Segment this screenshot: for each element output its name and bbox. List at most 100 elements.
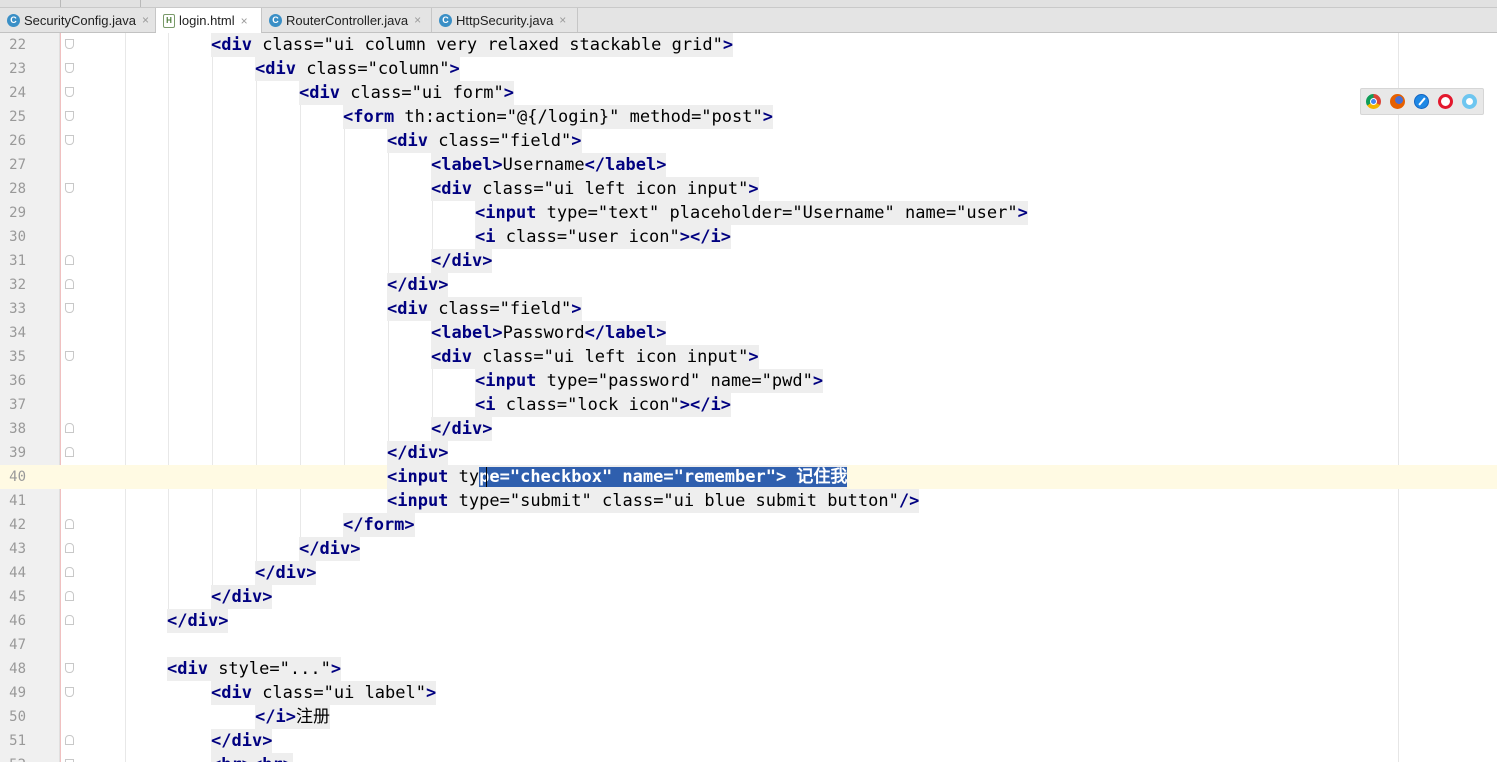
internet-explorer-icon[interactable]	[1462, 94, 1477, 109]
line-number: 50	[9, 709, 26, 725]
code-line[interactable]: 52 <br><br>	[0, 753, 1497, 762]
code-text: </div>	[167, 609, 229, 633]
tab-security-config[interactable]: C SecurityConfig.java ×	[0, 8, 156, 32]
html-file-icon: H	[163, 13, 175, 28]
line-number: 44	[9, 565, 26, 581]
code-line[interactable]: 30 <i class="user icon"></i>	[0, 225, 1497, 249]
firefox-icon[interactable]	[1390, 94, 1405, 109]
code-line[interactable]: 47	[0, 633, 1497, 657]
line-number: 38	[9, 421, 26, 437]
code-line[interactable]: 29 <input type="text" placeholder="Userna…	[0, 201, 1497, 225]
line-number: 45	[9, 589, 26, 605]
tab-login-html[interactable]: H login.html ×	[156, 8, 262, 33]
code-line[interactable]: 28 <div class="ui left icon input">	[0, 177, 1497, 201]
code-text: </div>	[211, 729, 273, 753]
code-line[interactable]: 46 </div>	[0, 609, 1497, 633]
code-line[interactable]: 51 </div>	[0, 729, 1497, 753]
close-icon[interactable]: ×	[559, 13, 566, 27]
code-text: <input type="password" name="pwd">	[475, 369, 824, 393]
line-number: 27	[9, 157, 26, 173]
close-icon[interactable]: ×	[241, 14, 248, 28]
fold-marker-icon[interactable]	[65, 135, 74, 145]
code-line[interactable]: 36 <input type="password" name="pwd">	[0, 369, 1497, 393]
fold-marker-icon[interactable]	[65, 447, 74, 457]
line-number: 41	[9, 493, 26, 509]
code-line[interactable]: 41 <input type="submit" class="ui blue su…	[0, 489, 1497, 513]
line-number: 30	[9, 229, 26, 245]
line-number: 24	[9, 85, 26, 101]
code-text: <label>Username</label>	[431, 153, 667, 177]
fold-marker-icon[interactable]	[65, 87, 74, 97]
code-line[interactable]: 27 <label>Username</label>	[0, 153, 1497, 177]
code-text: </i>注册	[255, 705, 330, 729]
code-line[interactable]: 49 <div class="ui label">	[0, 681, 1497, 705]
fold-marker-icon[interactable]	[65, 63, 74, 73]
code-line[interactable]: 42 </form>	[0, 513, 1497, 537]
code-line[interactable]: 32 </div>	[0, 273, 1497, 297]
fold-marker-icon[interactable]	[65, 351, 74, 361]
code-line[interactable]: 33 <div class="field">	[0, 297, 1497, 321]
code-text: <i class="user icon"></i>	[475, 225, 731, 249]
code-line[interactable]: 38 </div>	[0, 417, 1497, 441]
code-text: </div>	[299, 537, 361, 561]
fold-marker-icon[interactable]	[65, 567, 74, 577]
code-text: </div>	[387, 273, 449, 297]
fold-marker-icon[interactable]	[65, 303, 74, 313]
fold-marker-icon[interactable]	[65, 183, 74, 193]
fold-marker-icon[interactable]	[65, 615, 74, 625]
fold-marker-icon[interactable]	[65, 663, 74, 673]
tab-label: login.html	[179, 13, 235, 28]
fold-marker-icon[interactable]	[65, 591, 74, 601]
tab-label: HttpSecurity.java	[456, 12, 554, 28]
fold-marker-icon[interactable]	[65, 519, 74, 529]
code-line[interactable]: 26 <div class="field">	[0, 129, 1497, 153]
line-number: 37	[9, 397, 26, 413]
code-text: <div class="ui left icon input">	[431, 345, 759, 369]
code-line[interactable]: 31 </div>	[0, 249, 1497, 273]
code-text: <form th:action="@{/login}" method="post…	[343, 105, 773, 129]
close-icon[interactable]: ×	[414, 13, 421, 27]
code-line[interactable]: 44 </div>	[0, 561, 1497, 585]
code-line[interactable]: 43 </div>	[0, 537, 1497, 561]
tab-router-controller[interactable]: C RouterController.java ×	[262, 8, 432, 32]
fold-marker-icon[interactable]	[65, 423, 74, 433]
code-line[interactable]: 25 <form th:action="@{/login}" method="po…	[0, 105, 1497, 129]
line-number: 51	[9, 733, 26, 749]
code-line[interactable]: 45 </div>	[0, 585, 1497, 609]
code-line[interactable]: 23 <div class="column">	[0, 57, 1497, 81]
fold-marker-icon[interactable]	[65, 111, 74, 121]
code-editor[interactable]: 22 <div class="ui column very relaxed sta…	[0, 33, 1497, 762]
code-line[interactable]: 22 <div class="ui column very relaxed sta…	[0, 33, 1497, 57]
fold-marker-icon[interactable]	[65, 735, 74, 745]
code-text: <div class="ui label">	[211, 681, 437, 705]
editor-tab-bar: C SecurityConfig.java × H login.html × C…	[0, 8, 1497, 33]
code-line[interactable]: 37 <i class="lock icon"></i>	[0, 393, 1497, 417]
code-text: <div class="ui left icon input">	[431, 177, 759, 201]
fold-marker-icon[interactable]	[65, 39, 74, 49]
code-line[interactable]: 24 <div class="ui form">	[0, 81, 1497, 105]
code-line[interactable]: 50 </i>注册	[0, 705, 1497, 729]
safari-icon[interactable]	[1414, 94, 1429, 109]
line-number: 29	[9, 205, 26, 221]
code-line[interactable]: 34 <label>Password</label>	[0, 321, 1497, 345]
line-number: 40	[9, 469, 26, 485]
fold-marker-icon[interactable]	[65, 687, 74, 697]
code-text: <input type="checkbox" name="remember"> …	[387, 465, 848, 489]
tab-http-security[interactable]: C HttpSecurity.java ×	[432, 8, 578, 32]
opera-icon[interactable]	[1438, 94, 1453, 109]
open-in-browser-toolbar	[1360, 88, 1484, 115]
code-text: <input type="submit" class="ui blue subm…	[387, 489, 920, 513]
fold-marker-icon[interactable]	[65, 279, 74, 289]
close-icon[interactable]: ×	[142, 13, 149, 27]
code-line[interactable]: 40 <input type="checkbox" name="remember"…	[0, 465, 1497, 489]
line-number: 25	[9, 109, 26, 125]
fold-marker-icon[interactable]	[65, 543, 74, 553]
fold-marker-icon[interactable]	[65, 255, 74, 265]
line-number: 52	[0, 753, 26, 762]
code-line[interactable]: 48 <div style="...">	[0, 657, 1497, 681]
code-line[interactable]: 35 <div class="ui left icon input">	[0, 345, 1497, 369]
code-line[interactable]: 39 </div>	[0, 441, 1497, 465]
chrome-icon[interactable]	[1366, 94, 1381, 109]
line-number: 42	[9, 517, 26, 533]
java-class-icon: C	[439, 13, 452, 27]
